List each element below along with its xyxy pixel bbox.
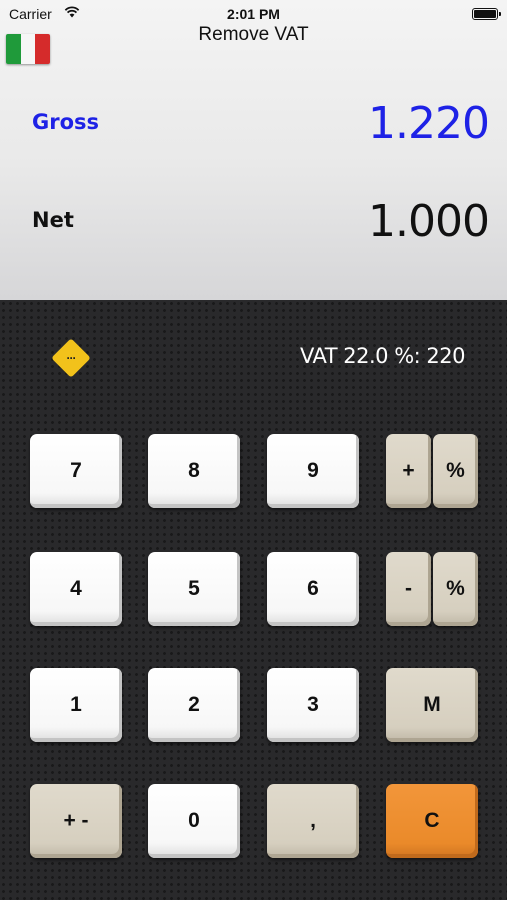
key-2[interactable]: 2 — [148, 668, 240, 742]
key-9[interactable]: 9 — [267, 434, 359, 508]
vat-summary: VAT 22.0 %: 220 — [300, 344, 465, 368]
key-6[interactable]: 6 — [267, 552, 359, 626]
key-4[interactable]: 4 — [30, 552, 122, 626]
status-time: 2:01 PM — [227, 6, 280, 22]
key-3[interactable]: 3 — [267, 668, 359, 742]
net-label: Net — [32, 208, 74, 232]
key-0[interactable]: 0 — [148, 784, 240, 858]
gross-value[interactable]: 1.220 — [368, 98, 490, 149]
clear-button[interactable]: C — [386, 784, 478, 858]
display-panel: Carrier 2:01 PM Remove VAT Gross 1.220 N… — [0, 0, 507, 300]
memory-button[interactable]: M — [386, 668, 478, 742]
key-5[interactable]: 5 — [148, 552, 240, 626]
key-8[interactable]: 8 — [148, 434, 240, 508]
add-button[interactable]: + — [386, 434, 431, 508]
page-title: Remove VAT — [198, 24, 309, 45]
net-value[interactable]: 1.000 — [368, 196, 490, 247]
subtract-percent-button[interactable]: % — [433, 552, 478, 626]
add-percent-button[interactable]: % — [433, 434, 478, 508]
more-dots-glyph: ··· — [66, 351, 77, 365]
key-7[interactable]: 7 — [30, 434, 122, 508]
battery-icon — [472, 8, 501, 20]
plus-minus-button[interactable]: + - — [30, 784, 122, 858]
gross-label: Gross — [32, 110, 100, 134]
subtract-button[interactable]: - — [386, 552, 431, 626]
key-1[interactable]: 1 — [30, 668, 122, 742]
decimal-comma-button[interactable]: , — [267, 784, 359, 858]
